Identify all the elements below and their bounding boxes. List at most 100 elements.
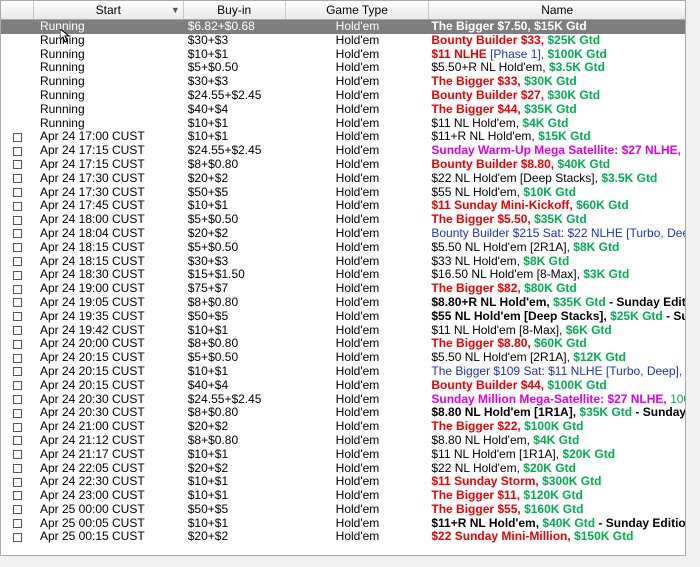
row-select-cell[interactable] — [1, 310, 34, 324]
checkbox-icon[interactable] — [12, 284, 22, 294]
checkbox-icon[interactable] — [12, 436, 22, 446]
checkbox-icon[interactable] — [12, 256, 22, 266]
table-row[interactable]: Apr 24 17:30 CUST $50+$5 Hold'em $55 NL Hol… — [1, 186, 685, 200]
table-row[interactable]: Apr 24 19:42 CUST $10+$1 Hold'em $11 NL Hol… — [1, 324, 685, 338]
checkbox-icon[interactable] — [12, 146, 22, 156]
checkbox-icon[interactable] — [12, 339, 22, 349]
row-select-cell[interactable] — [1, 282, 34, 296]
table-row[interactable]: Apr 24 17:15 CUST $24.55+$2.45 Hold'em Sund… — [1, 144, 685, 158]
table-row[interactable]: Running $6.82+$0.68 Hold'em The Bigger $7.5… — [1, 20, 685, 34]
checkbox-icon[interactable] — [12, 132, 22, 142]
row-select-cell[interactable] — [1, 503, 34, 517]
table-row[interactable]: Apr 24 17:15 CUST $8+$0.80 Hold'em Bounty B… — [1, 158, 685, 172]
table-row[interactable]: Apr 24 23:00 CUST $10+$1 Hold'em The Bigger… — [1, 489, 685, 503]
checkbox-icon[interactable] — [12, 477, 22, 487]
table-row[interactable]: Running $24.55+$2.45 Hold'em Bounty Builder… — [1, 89, 685, 103]
table-row[interactable]: Apr 24 18:15 CUST $30+$3 Hold'em $33 NL Hol… — [1, 255, 685, 269]
table-row[interactable]: Apr 24 21:12 CUST $8+$0.80 Hold'em $8.80 NL… — [1, 434, 685, 448]
table-row[interactable]: Apr 24 19:05 CUST $8+$0.80 Hold'em $8.80+R … — [1, 296, 685, 310]
checkbox-icon[interactable] — [12, 491, 22, 501]
table-row[interactable]: Running $30+$3 Hold'em The Bigger $33, $30K… — [1, 75, 685, 89]
row-select-cell[interactable] — [1, 406, 34, 420]
checkbox-icon[interactable] — [12, 353, 22, 363]
row-select-cell[interactable] — [1, 199, 34, 213]
row-select-cell[interactable] — [1, 365, 34, 379]
row-select-cell[interactable] — [1, 268, 34, 282]
row-select-cell[interactable] — [1, 213, 34, 227]
checkbox-icon[interactable] — [12, 463, 22, 473]
row-select-cell[interactable] — [1, 393, 34, 407]
row-select-cell[interactable] — [1, 434, 34, 448]
table-row[interactable]: Apr 24 17:00 CUST $10+$1 Hold'em $11+R NL H… — [1, 130, 685, 144]
table-row[interactable]: Apr 24 19:00 CUST $75+$7 Hold'em The Bigger… — [1, 282, 685, 296]
checkbox-icon[interactable] — [12, 408, 22, 418]
row-select-cell[interactable] — [1, 186, 34, 200]
table-row[interactable]: Apr 24 22:05 CUST $20+$2 Hold'em $22 NL Hol… — [1, 462, 685, 476]
table-row[interactable]: Apr 24 20:15 CUST $5+$0.50 Hold'em $5.50 NL… — [1, 351, 685, 365]
checkbox-icon[interactable] — [12, 270, 22, 280]
column-header-start[interactable]: Start ▼ — [34, 1, 184, 19]
table-row[interactable]: Apr 25 00:00 CUST $50+$5 Hold'em The Bigger… — [1, 503, 685, 517]
checkbox-icon[interactable] — [12, 422, 22, 432]
checkbox-icon[interactable] — [12, 381, 22, 391]
row-select-cell[interactable] — [1, 475, 34, 489]
table-row[interactable]: Apr 25 00:05 CUST $10+$1 Hold'em $11+R NL H… — [1, 517, 685, 531]
checkbox-icon[interactable] — [12, 325, 22, 335]
checkbox-icon[interactable] — [12, 243, 22, 253]
row-select-cell[interactable] — [1, 227, 34, 241]
checkbox-icon[interactable] — [12, 519, 22, 529]
row-select-cell[interactable] — [1, 172, 34, 186]
checkbox-icon[interactable] — [12, 174, 22, 184]
checkbox-icon[interactable] — [12, 298, 22, 308]
table-row[interactable]: Running $30+$3 Hold'em Bounty Builder $33, … — [1, 34, 685, 48]
table-row[interactable]: Running $10+$1 Hold'em $11 NLHE [Phase 1], … — [1, 48, 685, 62]
table-row[interactable]: Apr 24 22:30 CUST $10+$1 Hold'em $11 Sunday… — [1, 475, 685, 489]
checkbox-icon[interactable] — [12, 532, 22, 542]
table-row[interactable]: Apr 24 17:30 CUST $20+$2 Hold'em $22 NL Hol… — [1, 172, 685, 186]
checkbox-icon[interactable] — [12, 229, 22, 239]
row-select-cell[interactable] — [1, 255, 34, 269]
checkbox-icon[interactable] — [12, 160, 22, 170]
checkbox-icon[interactable] — [12, 394, 22, 404]
row-select-cell[interactable] — [1, 158, 34, 172]
row-select-cell[interactable] — [1, 530, 34, 544]
table-row[interactable]: Apr 24 18:15 CUST $5+$0.50 Hold'em $5.50 NL… — [1, 241, 685, 255]
checkbox-icon[interactable] — [12, 367, 22, 377]
table-row[interactable]: Apr 24 20:00 CUST $8+$0.80 Hold'em The Bigg… — [1, 337, 685, 351]
row-select-cell[interactable] — [1, 296, 34, 310]
column-header-buyin[interactable]: Buy-in — [184, 1, 286, 19]
checkbox-icon[interactable] — [12, 201, 22, 211]
table-row[interactable]: Apr 24 17:45 CUST $10+$1 Hold'em $11 Sunday… — [1, 199, 685, 213]
row-select-cell[interactable] — [1, 130, 34, 144]
table-row[interactable]: Running $40+$4 Hold'em The Bigger $44, $35K… — [1, 103, 685, 117]
checkbox-icon[interactable] — [12, 312, 22, 322]
row-select-cell[interactable] — [1, 379, 34, 393]
column-header-name[interactable]: Name — [429, 1, 685, 19]
table-row[interactable]: Apr 24 20:30 CUST $24.55+$2.45 Hold'em Sund… — [1, 393, 685, 407]
checkbox-icon[interactable] — [12, 215, 22, 225]
table-row[interactable]: Apr 24 20:15 CUST $10+$1 Hold'em The Bigger… — [1, 365, 685, 379]
row-select-cell[interactable] — [1, 144, 34, 158]
table-row[interactable]: Running $5+$0.50 Hold'em $5.50+R NL Hold'em… — [1, 61, 685, 75]
checkbox-icon[interactable] — [12, 450, 22, 460]
checkbox-icon[interactable] — [12, 187, 22, 197]
table-row[interactable]: Apr 25 00:15 CUST $20+$2 Hold'em $22 Sunday… — [1, 530, 685, 544]
row-select-cell[interactable] — [1, 420, 34, 434]
table-row[interactable]: Apr 24 18:00 CUST $5+$0.50 Hold'em The Bigg… — [1, 213, 685, 227]
row-select-cell[interactable] — [1, 324, 34, 338]
row-select-cell[interactable] — [1, 351, 34, 365]
row-select-cell[interactable] — [1, 462, 34, 476]
row-select-cell[interactable] — [1, 489, 34, 503]
table-row[interactable]: Running $10+$1 Hold'em $11 NL Hold'em, $4K … — [1, 117, 685, 131]
table-row[interactable]: Apr 24 21:00 CUST $20+$2 Hold'em The Bigger… — [1, 420, 685, 434]
table-row[interactable]: Apr 24 18:30 CUST $15+$1.50 Hold'em $16.50 … — [1, 268, 685, 282]
table-row[interactable]: Apr 24 18:04 CUST $20+$2 Hold'em Bounty Bui… — [1, 227, 685, 241]
column-header-select[interactable] — [1, 1, 34, 19]
table-row[interactable]: Apr 24 19:35 CUST $50+$5 Hold'em $55 NL Hol… — [1, 310, 685, 324]
table-row[interactable]: Apr 24 20:15 CUST $40+$4 Hold'em Bounty Bui… — [1, 379, 685, 393]
row-select-cell[interactable] — [1, 448, 34, 462]
row-select-cell[interactable] — [1, 337, 34, 351]
checkbox-icon[interactable] — [12, 505, 22, 515]
row-select-cell[interactable] — [1, 241, 34, 255]
table-row[interactable]: Apr 24 21:17 CUST $10+$1 Hold'em $11 NL Hol… — [1, 448, 685, 462]
